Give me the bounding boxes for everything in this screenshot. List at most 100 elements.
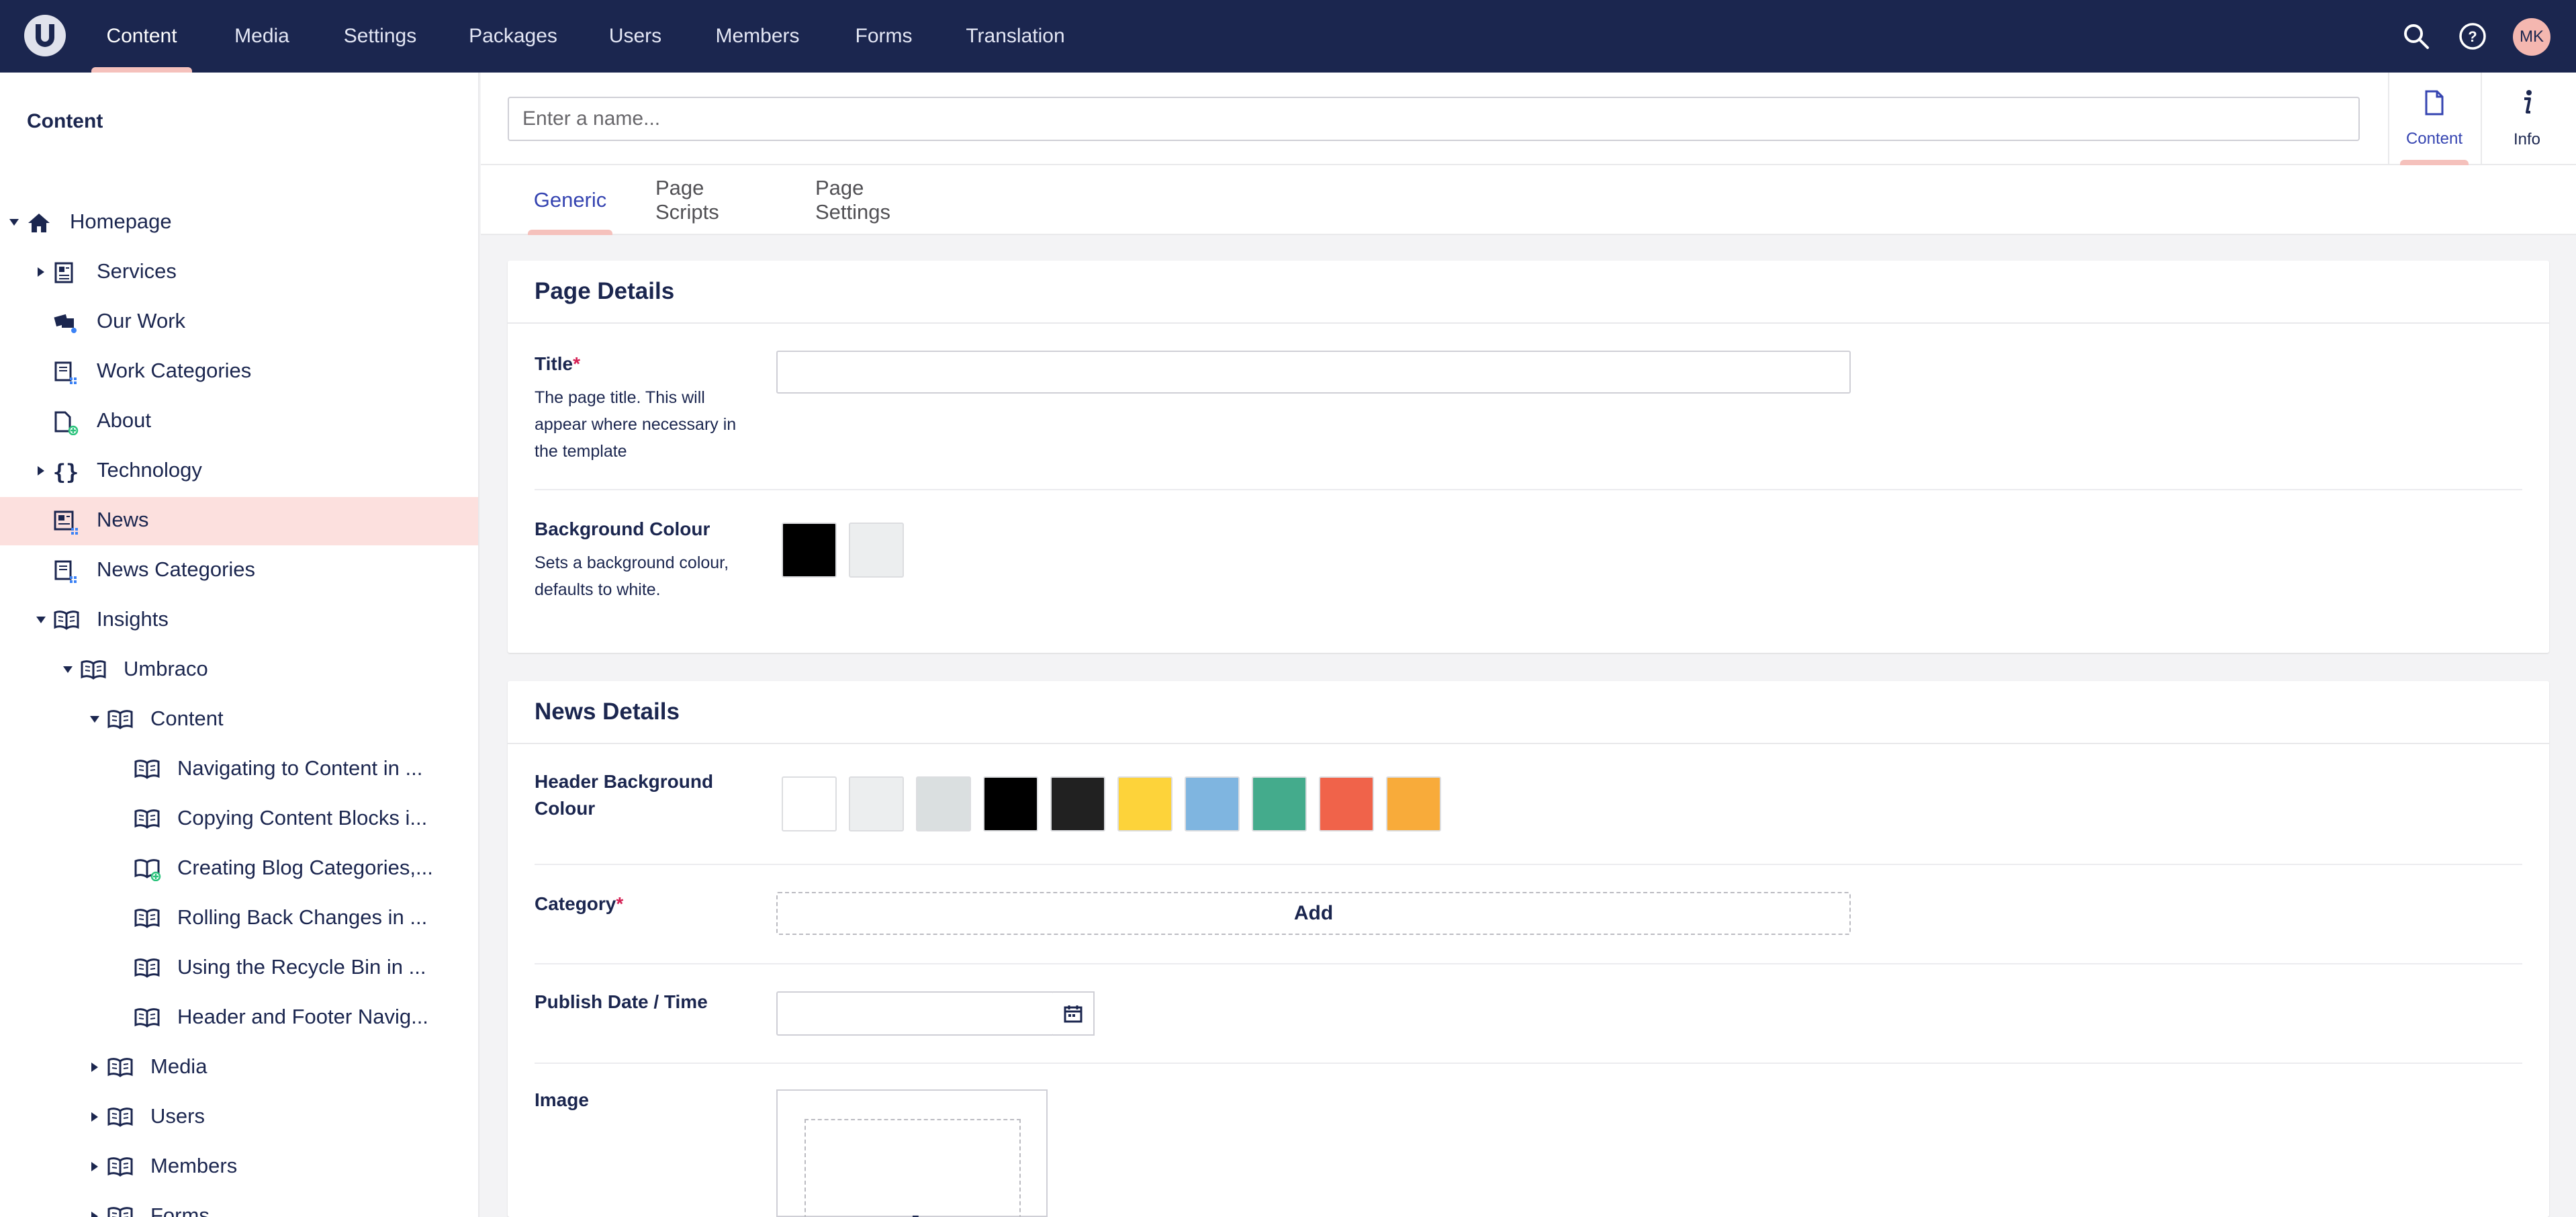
- tree-item-label: Copying Content Blocks i...: [177, 806, 428, 829]
- tree-item-news-categories[interactable]: News Categories: [0, 547, 478, 595]
- tree-item-homepage[interactable]: Homepage: [0, 199, 478, 247]
- tree-item-insights[interactable]: Insights: [0, 596, 478, 645]
- header-swatch-orange[interactable]: [1386, 776, 1441, 831]
- tree-item-creating-blog-categories[interactable]: Creating Blog Categories,...: [0, 845, 478, 893]
- required-mark: *: [616, 893, 624, 914]
- section-packages[interactable]: Packages: [459, 0, 567, 73]
- title-property-description: The page title. This will appear where n…: [535, 388, 737, 461]
- image-picker[interactable]: +: [776, 1089, 1048, 1217]
- tree-item-label: Work Categories: [97, 359, 252, 382]
- tree-item-about[interactable]: About: [0, 398, 478, 446]
- tree-item-users[interactable]: Users: [0, 1093, 478, 1142]
- code-braces-icon: {}: [53, 459, 81, 485]
- title-property-label: Title*: [535, 351, 580, 377]
- tree-item-copying-content-blocks-i[interactable]: Copying Content Blocks i...: [0, 795, 478, 844]
- category-add-button[interactable]: Add: [776, 892, 1851, 935]
- tree-item-content[interactable]: Content: [0, 696, 478, 744]
- header-swatch-grey[interactable]: [916, 776, 971, 831]
- editor-header: Content Info: [481, 73, 2576, 165]
- property-divider: [535, 1063, 2522, 1064]
- node-name-input[interactable]: [508, 97, 2360, 141]
- header-swatch-yellow[interactable]: [1117, 776, 1172, 831]
- header-background-colour-label: Header Background Colour: [535, 771, 714, 819]
- section-users[interactable]: Users: [596, 0, 674, 73]
- user-avatar[interactable]: MK: [2513, 18, 2550, 56]
- tree-item-label: Members: [150, 1154, 238, 1177]
- svg-text:?: ?: [2468, 28, 2477, 45]
- tree-item-rolling-back-changes-in[interactable]: Rolling Back Changes in ...: [0, 895, 478, 943]
- tab-page-scripts[interactable]: Page Scripts: [655, 165, 770, 235]
- chevron-down-icon[interactable]: [59, 661, 77, 678]
- content-tree-sidebar: Content Homepage Services Our Work Work Cat…: [0, 73, 479, 1217]
- chevron-right-icon[interactable]: [86, 1208, 103, 1217]
- chevron-down-icon[interactable]: [86, 711, 103, 728]
- tree-item-forms[interactable]: Forms: [0, 1193, 478, 1217]
- book-icon: [81, 660, 107, 682]
- tab-page-settings[interactable]: Page Settings: [815, 165, 939, 235]
- tree-item-label: About: [97, 408, 152, 432]
- tree-item-header-and-footer-navig[interactable]: Header and Footer Navig...: [0, 994, 478, 1042]
- section-translation[interactable]: Translation: [956, 0, 1074, 73]
- section-settings[interactable]: Settings: [333, 0, 427, 73]
- book-icon: [134, 809, 161, 831]
- umbraco-logo-icon[interactable]: [24, 15, 66, 56]
- header-swatch-charcoal[interactable]: [1050, 776, 1105, 831]
- chevron-right-icon[interactable]: [32, 263, 50, 281]
- bg-swatch-black[interactable]: [782, 523, 837, 578]
- header-swatch-red[interactable]: [1319, 776, 1374, 831]
- image-dropzone[interactable]: +: [804, 1119, 1021, 1217]
- tree-item-services[interactable]: Services: [0, 249, 478, 297]
- tree-item-label: Using the Recycle Bin in ...: [177, 955, 426, 979]
- chevron-right-icon[interactable]: [32, 462, 50, 480]
- calendar-icon[interactable]: [1053, 991, 1095, 1036]
- header-swatch-light-grey[interactable]: [849, 776, 904, 831]
- chevron-down-icon[interactable]: [5, 214, 23, 231]
- list-doc-icon: [54, 262, 81, 285]
- section-forms[interactable]: Forms: [843, 0, 924, 73]
- tree-item-using-the-recycle-bin-in[interactable]: Using the Recycle Bin in ...: [0, 944, 478, 993]
- section-media[interactable]: Media: [222, 0, 302, 73]
- publish-date-input[interactable]: [776, 991, 1054, 1036]
- chevron-right-icon[interactable]: [86, 1058, 103, 1076]
- image-property-label: Image: [535, 1089, 589, 1110]
- tree-item-our-work[interactable]: Our Work: [0, 298, 478, 347]
- book-icon: [134, 1007, 161, 1030]
- tree-item-label: Umbraco: [124, 657, 208, 680]
- tree-item-navigating-to-content-in[interactable]: Navigating to Content in ...: [0, 746, 478, 794]
- property-divider: [535, 864, 2522, 865]
- book-plus-icon: [134, 858, 161, 882]
- app-content-button[interactable]: Content: [2388, 73, 2479, 165]
- book-icon: [134, 958, 161, 981]
- app-info-button[interactable]: Info: [2481, 73, 2572, 165]
- chevron-down-icon[interactable]: [32, 611, 50, 629]
- section-content[interactable]: Content: [91, 0, 192, 73]
- section-members[interactable]: Members: [704, 0, 811, 73]
- chevron-right-icon[interactable]: [86, 1108, 103, 1126]
- chevron-right-icon[interactable]: [86, 1158, 103, 1175]
- header-swatch-black[interactable]: [983, 776, 1038, 831]
- header-swatch-white[interactable]: [782, 776, 837, 831]
- tree-item-label: Insights: [97, 607, 169, 631]
- header-swatch-blue[interactable]: [1185, 776, 1240, 831]
- tree-item-news[interactable]: News: [0, 497, 478, 545]
- tree-item-umbraco[interactable]: Umbraco: [0, 646, 478, 694]
- tab-generic[interactable]: Generic: [528, 165, 612, 235]
- page-details-title: Page Details: [535, 278, 675, 304]
- title-input[interactable]: [776, 351, 1851, 394]
- help-icon[interactable]: ?: [2456, 20, 2489, 52]
- tree-item-media[interactable]: Media: [0, 1044, 478, 1092]
- gallery-icon: [54, 312, 81, 334]
- add-image-plus-icon[interactable]: +: [900, 1202, 931, 1217]
- tree-item-work-categories[interactable]: Work Categories: [0, 348, 478, 396]
- tree-item-technology[interactable]: {} Technology: [0, 447, 478, 496]
- category-property-label: Category*: [535, 891, 623, 917]
- doc-grid-icon: [54, 560, 81, 583]
- news-icon: [54, 510, 81, 535]
- bg-swatch-light-grey[interactable]: [849, 523, 904, 578]
- tree-item-members[interactable]: Members: [0, 1143, 478, 1191]
- header-swatch-green[interactable]: [1252, 776, 1307, 831]
- tree-item-label: Services: [97, 259, 177, 283]
- property-divider: [535, 963, 2522, 964]
- search-icon[interactable]: [2400, 20, 2432, 52]
- background-colour-description: Sets a background colour, defaults to wh…: [535, 553, 729, 599]
